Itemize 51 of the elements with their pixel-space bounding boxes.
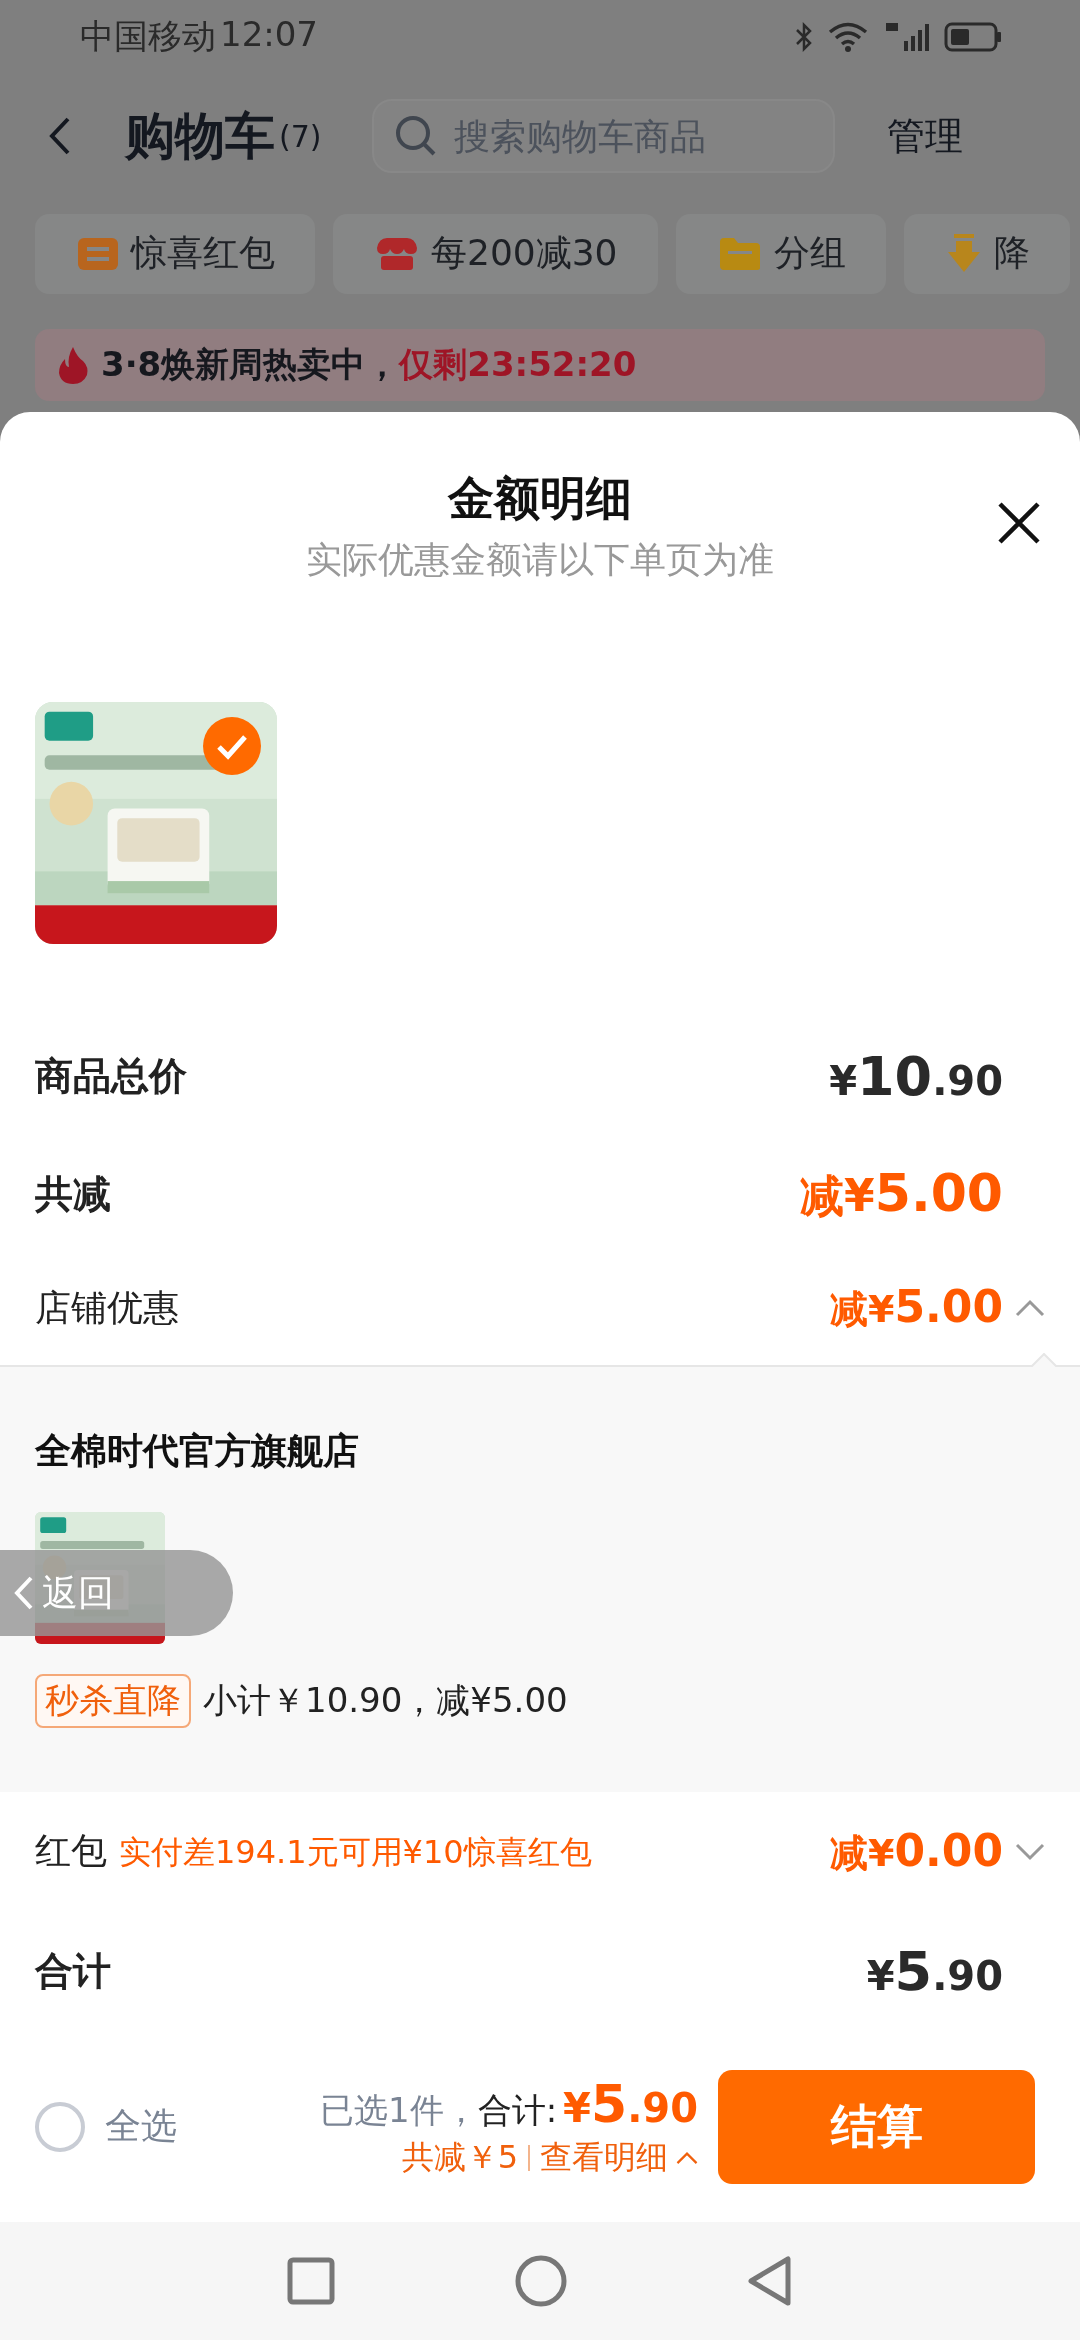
subtotal-text: 小计￥10.90，减¥5.00 xyxy=(203,1678,568,1722)
manage-button[interactable]: 管理 xyxy=(886,110,963,162)
filter-chip[interactable]: 惊喜红包 xyxy=(35,213,315,294)
countdown-text: 仅剩23:52:20 xyxy=(399,342,637,386)
total-amount: ¥5.90 xyxy=(563,2073,698,2134)
store-discount-amount: 减¥5.00 xyxy=(829,1281,1003,1335)
coupon-icon xyxy=(77,236,119,271)
goods-total-amount: ¥10.90 xyxy=(829,1045,1003,1109)
sheet-subtitle: 实际优惠金额请以下单页为准 xyxy=(306,537,774,582)
close-icon[interactable] xyxy=(996,499,1042,546)
home-icon[interactable] xyxy=(515,2254,567,2307)
promo-text: 3·8焕新周热卖中， xyxy=(101,342,400,386)
back-button[interactable]: 返回 xyxy=(0,1550,233,1636)
recent-apps-icon[interactable] xyxy=(287,2256,335,2305)
wifi-icon xyxy=(828,20,868,53)
clock-time: 12:07 xyxy=(220,13,318,56)
total-discount-amount: 减¥5.00 xyxy=(800,1162,1003,1225)
filter-chip[interactable]: 降 xyxy=(903,213,1070,294)
down-arrow-icon xyxy=(945,233,982,274)
coupon-amount: 减¥0.00 xyxy=(829,1824,1003,1878)
filter-chip[interactable]: 分组 xyxy=(675,213,886,294)
select-all-label[interactable]: 全选 xyxy=(105,2102,320,2152)
chevron-up-icon[interactable] xyxy=(1015,1299,1045,1318)
total-label: 合计: xyxy=(477,2088,558,2132)
chevron-left-icon xyxy=(14,1575,34,1611)
total-discount-label: 共减 xyxy=(35,1170,112,1218)
carrier-name: 中国移动 xyxy=(80,14,216,58)
coupon-hint: 实付差194.1元可用¥10惊喜红包 xyxy=(119,1832,592,1874)
grand-total-amount: ¥5.90 xyxy=(866,1940,1003,2004)
grand-total-label: 合计 xyxy=(35,1948,112,1996)
promo-tag: 秒杀直降 xyxy=(35,1673,191,1728)
store-name: 全棉时代官方旗舰店 xyxy=(35,1428,360,1473)
details-link[interactable]: 查看明细 xyxy=(540,2135,698,2180)
battery-icon xyxy=(944,21,1002,52)
bluetooth-icon xyxy=(794,20,814,53)
chevron-down-icon[interactable] xyxy=(1015,1842,1045,1861)
checkout-button[interactable]: 结算 xyxy=(718,2069,1035,2184)
store-discount-label: 店铺优惠 xyxy=(35,1285,180,1330)
sheet-title: 金额明细 xyxy=(448,469,632,526)
shop-icon xyxy=(375,235,419,272)
folder-icon xyxy=(717,235,762,272)
filter-chip[interactable]: 每200减30 xyxy=(333,213,658,294)
coupon-label: 红包 xyxy=(35,1829,107,1874)
radio-button[interactable] xyxy=(35,2101,85,2152)
selected-count: 已选1件， xyxy=(320,2088,478,2132)
page-title: 购物车 xyxy=(125,105,275,167)
checkbox[interactable] xyxy=(203,716,261,775)
back-icon[interactable] xyxy=(747,2254,793,2307)
goods-total-label: 商品总价 xyxy=(35,1053,188,1101)
item-count: (7) xyxy=(279,118,322,154)
saved-amount: 共减￥5 xyxy=(401,2136,518,2178)
